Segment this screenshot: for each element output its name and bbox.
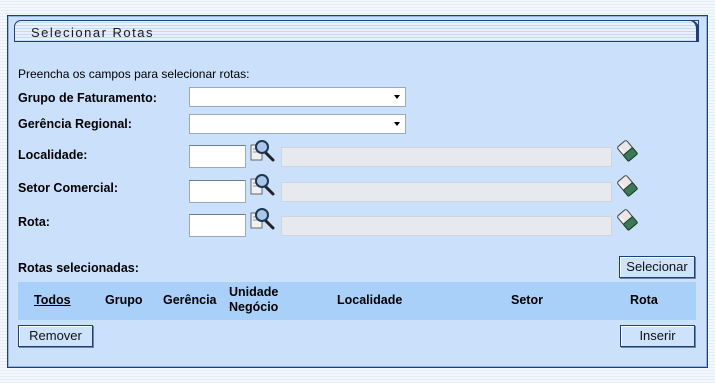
rota-description: [281, 216, 612, 236]
panel-title: Selecionar Rotas: [31, 25, 154, 40]
selected-routes-label: Rotas selecionadas:: [18, 261, 139, 275]
panel-title-bar: Selecionar Rotas: [14, 20, 699, 42]
column-gerencia: Gerência: [163, 293, 217, 307]
form-instruction: Preencha os campos para selecionar rotas…: [18, 67, 250, 81]
grupo-faturamento-select[interactable]: [189, 87, 406, 107]
chevron-down-icon: [394, 122, 400, 126]
insert-button[interactable]: Inserir: [620, 325, 695, 347]
localidade-description: [281, 147, 612, 167]
grupo-faturamento-label: Grupo de Faturamento:: [18, 91, 157, 105]
magnifier-icon[interactable]: [250, 207, 276, 231]
eraser-icon[interactable]: [615, 207, 641, 231]
column-localidade: Localidade: [337, 293, 403, 307]
title-bar-corner: [685, 20, 699, 42]
setor-comercial-input[interactable]: [189, 180, 246, 203]
magnifier-icon[interactable]: [250, 139, 276, 163]
localidade-input[interactable]: [189, 145, 246, 168]
gerencia-regional-label: Gerência Regional:: [18, 117, 132, 131]
eraser-icon[interactable]: [615, 173, 641, 197]
select-button[interactable]: Selecionar: [619, 256, 695, 278]
column-rota: Rota: [630, 293, 658, 307]
magnifier-icon[interactable]: [250, 173, 276, 197]
column-grupo: Grupo: [105, 293, 143, 307]
setor-comercial-label: Setor Comercial:: [18, 181, 119, 195]
select-all-link[interactable]: Todos: [34, 293, 71, 307]
eraser-icon[interactable]: [615, 138, 641, 162]
column-setor: Setor: [511, 293, 543, 307]
chevron-down-icon: [394, 95, 400, 99]
selected-routes-table-header: Todos Grupo Gerência Unidade Negócio Loc…: [18, 282, 696, 320]
localidade-label: Localidade:: [18, 148, 88, 162]
column-unidade-negocio: Unidade Negócio: [229, 285, 279, 314]
rota-input[interactable]: [189, 214, 246, 237]
remove-button[interactable]: Remover: [18, 325, 93, 347]
rota-label: Rota:: [18, 215, 50, 229]
select-routes-panel: Selecionar Rotas Preencha os campos para…: [7, 15, 708, 368]
setor-comercial-description: [281, 182, 612, 202]
gerencia-regional-select[interactable]: [189, 114, 406, 134]
